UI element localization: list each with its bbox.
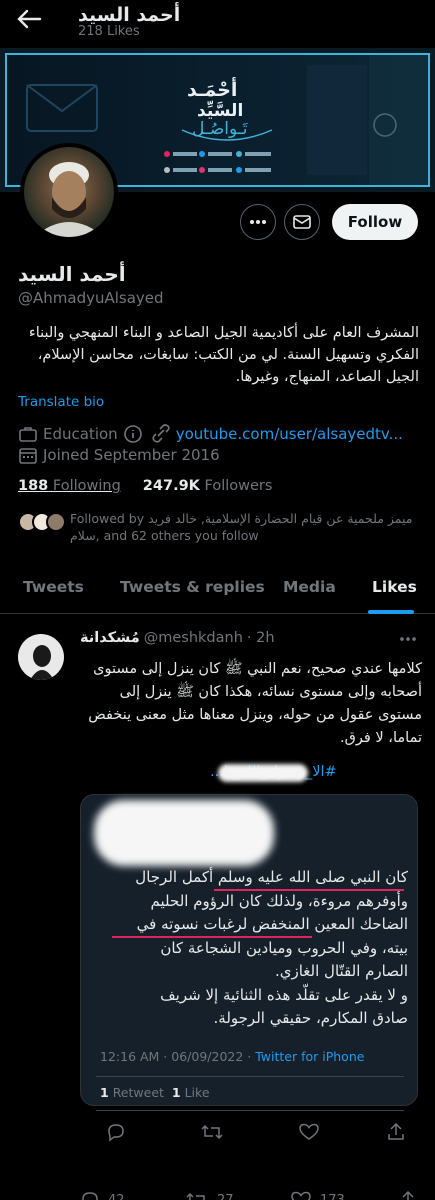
tweet-actions: 42 27 173 [80,1190,420,1200]
like-count: 173 [320,1192,345,1200]
followed-by-avatars[interactable] [18,511,70,533]
more-dots-icon [250,220,266,224]
reply-icon[interactable] [106,1122,126,1142]
quote-line: بيته، وفي الحروب وميادين الشجاعة كان [160,938,408,957]
quote-line: وأوفرهم مروءة، ولذلك كان الرؤوم الحليم [150,891,408,910]
quoted-retweet-label[interactable]: Retweet [113,1085,164,1100]
divider [96,1110,404,1111]
quoted-like-count: 1 [171,1085,181,1100]
follow-stats: 188 Following 247.9K Followers [18,478,272,494]
quote-line: و لا يقدر على تقلّد هذه الثنائية إلا شري… [160,985,408,1004]
follow-button[interactable]: Follow [332,204,418,240]
highlight-underline [214,889,404,891]
tweet-author-name[interactable]: مُشكدانة [80,630,140,646]
followed-by-line2: سلام, and 62 others you follow [70,528,259,543]
tweet-author-handle[interactable]: @meshkdanh [144,630,243,646]
quoted-tweet-meta: 12:16 AM · 06/09/2022 · Twitter for iPho… [100,1049,364,1064]
info-icon[interactable] [122,424,144,444]
quote-line: الضاحك المعين المنخفض لرغبات نسوته في [136,915,408,933]
translate-bio-link[interactable]: Translate bio [18,394,104,410]
quoted-tweet-actions [100,1122,404,1144]
top-bar: أحمد السيد 218 Likes [0,0,435,48]
profile-joined-date: Joined September 2016 [43,446,220,464]
highlight-underline [112,936,312,938]
quote-line: كان النبي صلى الله عليه وسلم أكمل الرجال [135,868,408,886]
quoted-tweet-source[interactable]: Twitter for iPhone [255,1049,364,1064]
reply-icon [82,1192,98,1200]
link-icon [152,424,170,443]
retweet-action[interactable]: 27 [185,1190,234,1200]
quote-line: صادق المكارم، حقيقي الرجولة. [213,1009,408,1027]
share-icon[interactable] [386,1122,406,1142]
tab-likes[interactable]: Likes [372,578,417,596]
retweet-count: 27 [217,1192,234,1200]
tweet-author-avatar[interactable] [18,634,64,680]
banner-logo-name: أحْمَـد [187,79,238,101]
reply-action[interactable]: 42 [80,1190,125,1200]
like-icon [291,1191,311,1200]
profile-tabs: Tweets Tweets & replies Media Likes [0,566,435,614]
back-arrow-icon[interactable] [14,6,44,32]
quote-line: الصارم القتّال الغازي. [274,962,408,980]
quoted-like-label[interactable]: Like [185,1085,210,1100]
active-tab-indicator [368,610,414,614]
header-likes-count: 218 Likes [78,24,140,39]
tab-media[interactable]: Media [283,578,336,596]
envelope-icon [293,215,311,229]
profile-website-link[interactable]: youtube.com/user/alsayedtv... [176,425,403,443]
following-count: 188 [18,478,49,494]
tweet-more-icon[interactable] [398,632,418,646]
following-label: Following [52,478,121,494]
tweet-time[interactable]: · 2h [247,630,275,646]
tab-tweets-replies[interactable]: Tweets & replies [120,578,265,596]
header-title: أحمد السيد [78,4,181,26]
message-button[interactable] [284,204,320,240]
profile-handle: @AhmadyuAlsayed [18,289,164,307]
like-icon[interactable] [298,1122,320,1142]
profile-display-name: أحمد السيد [18,262,126,286]
followed-by-line1: Followed by ميمز ملحمية عن قيام الحضارة … [70,511,413,526]
profile-category: Education [43,425,118,443]
briefcase-icon [19,427,37,442]
profile-joined-row: Joined September 2016 [18,446,220,464]
banner-logo-tagline: تَـواصُـل [192,119,248,139]
redacted-overlay [94,800,274,866]
followed-by-text[interactable]: Followed by ميمز ملحمية عن قيام الحضارة … [70,510,420,544]
more-options-button[interactable] [240,204,276,240]
redacted-overlay [218,764,308,782]
avatar-photo [34,162,104,237]
tweet-header: مُشكدانة @meshkdanh · 2h [80,630,275,646]
quoted-tweet-stats: 1 Retweet 1 Like [100,1085,210,1100]
avatar-silhouette [30,645,54,680]
quoted-retweet-count: 1 [100,1085,109,1100]
banner-logo-surname: السَّيِّد [197,101,244,121]
followers-count: 247.9K [142,478,200,494]
divider [96,1076,404,1077]
profile-bio: المشرف العام على أكاديمية الجيل الصاعد و… [28,325,419,385]
follower-avatar [46,512,66,532]
followers-label: Followers [204,478,273,494]
tweet-text: كلامها عندي صحيح، نعم النبي ﷺ كان ينزل إ… [88,661,422,746]
followers-link[interactable]: 247.9K Followers [143,478,273,494]
share-icon [402,1190,414,1200]
share-action[interactable] [398,1190,418,1200]
profile-meta-row: Education youtube.com/user/alsayedtv... [18,424,403,444]
following-link[interactable]: 188 Following [18,478,121,494]
like-action[interactable]: 173 [290,1190,345,1200]
tab-tweets[interactable]: Tweets [23,578,84,596]
retweet-icon[interactable] [200,1122,224,1142]
retweet-icon [186,1192,205,1200]
reply-count: 42 [108,1192,125,1200]
calendar-icon [19,448,37,464]
profile-avatar[interactable] [20,143,118,241]
quoted-tweet-timestamp[interactable]: 12:16 AM · 06/09/2022 · [100,1049,255,1064]
